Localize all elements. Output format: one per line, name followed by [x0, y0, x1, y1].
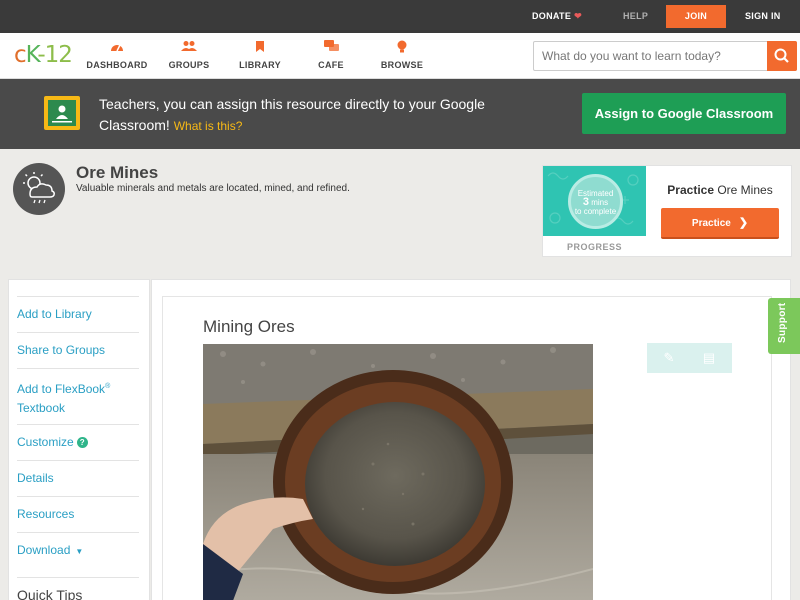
search-box [533, 41, 797, 71]
nav-browse-label: BROWSE [380, 60, 424, 70]
logo-k: K [25, 42, 39, 68]
donate-label: DONATE [532, 11, 572, 21]
customize-label: Customize [17, 435, 74, 449]
help-question-icon[interactable]: ? [76, 437, 88, 449]
sidebar-item-share-to-groups[interactable]: Share to Groups [17, 332, 139, 368]
banner-text: Teachers, you can assign this resource d… [99, 96, 485, 133]
nav-library-label: LIBRARY [239, 60, 281, 70]
sidebar-item-add-to-library[interactable]: Add to Library [17, 296, 139, 332]
google-classroom-banner: Teachers, you can assign this resource d… [0, 79, 800, 149]
flexbook-label: Add to FlexBook [17, 382, 106, 396]
top-utility-bar: DONATE ❤ HELP JOIN SIGN IN [0, 0, 800, 33]
sidebar-item-resources[interactable]: Resources [17, 496, 139, 532]
main-content: Mining Ores ✎ ▤ [151, 279, 791, 600]
estimated-time-ring: Estimated 3 mins to complete [568, 174, 623, 229]
practice-title-bold: Practice [667, 183, 714, 197]
support-tab[interactable]: Support [768, 298, 800, 354]
main-nav: cK-12 DASHBOARD GROUPS LIBRARY CAFE BROW… [0, 33, 800, 79]
section-title: Mining Ores [203, 317, 295, 336]
annotation-tools: ✎ ▤ [647, 343, 732, 373]
browse-icon [367, 40, 437, 56]
search-icon [774, 48, 789, 63]
sidebar-item-customize[interactable]: Customize? [17, 424, 139, 460]
nav-cafe[interactable]: CAFE [296, 40, 366, 70]
practice-title-topic: Ore Mines [717, 183, 773, 197]
progress-tile: Estimated 3 mins to complete [543, 166, 646, 236]
gold-pan-photo [203, 344, 593, 600]
assign-to-google-classroom-button[interactable]: Assign to Google Classroom [582, 93, 786, 134]
join-button[interactable]: JOIN [666, 5, 726, 28]
sidebar: Add to Library Share to Groups Add to Fl… [8, 279, 150, 600]
concept-title: Ore Mines [76, 163, 159, 182]
sidebar-item-download[interactable]: Download ▼ [17, 532, 139, 568]
pencil-icon[interactable]: ✎ [659, 348, 679, 368]
donate-link[interactable]: DONATE ❤ [532, 0, 582, 33]
nav-dashboard-label: DASHBOARD [86, 60, 148, 70]
nav-library[interactable]: LIBRARY [225, 40, 295, 70]
progress-label: PROGRESS [566, 242, 622, 252]
quick-tips-heading: Quick Tips [17, 577, 139, 600]
registered-mark: ® [105, 383, 111, 390]
notes-icon[interactable]: ▤ [699, 348, 719, 368]
ck12-logo[interactable]: cK-12 [14, 42, 73, 68]
search-input[interactable] [534, 42, 769, 70]
banner-message: Teachers, you can assign this resource d… [99, 94, 539, 137]
groups-icon [154, 40, 224, 56]
lesson-panel: Mining Ores ✎ ▤ [162, 296, 772, 600]
practice-card: Estimated 3 mins to complete PROGRESS Pr… [542, 165, 792, 257]
minutes-line: 3 mins [571, 197, 620, 208]
what-is-this-link[interactable]: What is this? [174, 119, 243, 133]
library-icon [225, 40, 295, 56]
google-classroom-icon [44, 96, 80, 130]
logo-12: -12 [37, 42, 73, 68]
nav-browse[interactable]: BROWSE [367, 40, 437, 70]
flexbook-label-textbook: Textbook [17, 401, 66, 415]
mins-label: mins [591, 198, 609, 207]
practice-button-label: Practice [691, 218, 731, 229]
nav-groups[interactable]: GROUPS [154, 40, 224, 70]
nav-cafe-label: CAFE [318, 60, 344, 70]
sign-in-link[interactable]: SIGN IN [745, 0, 781, 33]
dashboard-icon [82, 40, 152, 56]
sidebar-item-details[interactable]: Details [17, 460, 139, 496]
support-label: Support [777, 302, 788, 343]
to-complete-label: to complete [574, 207, 617, 216]
chevron-right-icon: ❯ [738, 217, 749, 229]
cafe-icon [296, 40, 366, 56]
practice-button[interactable]: Practice ❯ [661, 208, 779, 239]
help-link[interactable]: HELP [623, 0, 648, 33]
search-button[interactable] [767, 41, 797, 71]
logo-c: c [14, 42, 27, 68]
caret-down-icon: ▼ [75, 547, 84, 556]
nav-groups-label: GROUPS [168, 60, 210, 70]
weather-cloud-icon [13, 163, 65, 215]
estimated-label: Estimated [577, 189, 614, 198]
sidebar-item-add-to-flexbook[interactable]: Add to FlexBook® Textbook [17, 368, 139, 424]
concept-description: Valuable minerals and metals are located… [76, 183, 350, 194]
nav-dashboard[interactable]: DASHBOARD [82, 40, 152, 70]
practice-title: Practice Ore Mines [647, 183, 793, 197]
heart-icon: ❤ [574, 11, 582, 21]
download-label: Download [17, 543, 71, 557]
